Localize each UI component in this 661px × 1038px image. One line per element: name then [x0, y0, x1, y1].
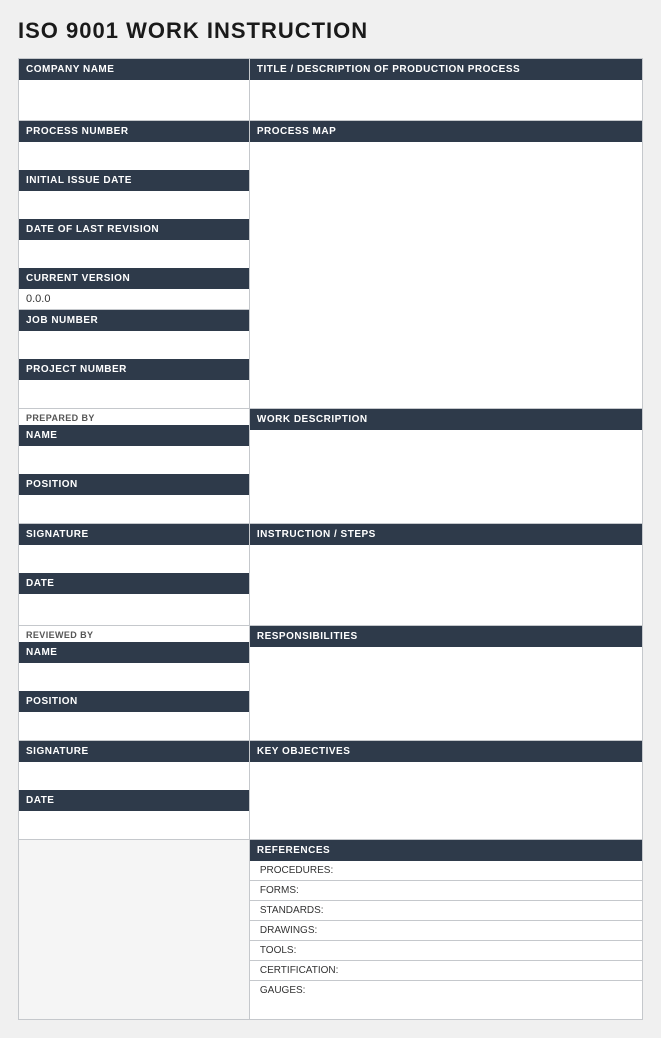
process-map-value[interactable] [250, 142, 642, 304]
date-last-revision-value[interactable] [19, 240, 249, 268]
ref-procedures[interactable]: PROCEDURES: [250, 861, 642, 881]
ref-certification[interactable]: CERTIFICATION: [250, 961, 642, 981]
ref-tools[interactable]: TOOLS: [250, 941, 642, 961]
process-number-value[interactable] [19, 142, 249, 170]
ref-forms[interactable]: FORMS: [250, 881, 642, 901]
references-header: REFERENCES [250, 840, 642, 861]
initial-issue-date-header: INITIAL ISSUE DATE [19, 170, 249, 191]
responsibilities-header: RESPONSIBILITIES [250, 626, 642, 647]
instruction-steps-value[interactable] [250, 545, 642, 625]
ref-drawings[interactable]: DRAWINGS: [250, 921, 642, 941]
project-number-value[interactable] [19, 380, 249, 408]
process-map-header: PROCESS MAP [250, 121, 642, 142]
date-value2[interactable] [19, 811, 249, 839]
name-header: NAME [19, 425, 249, 446]
position-value[interactable] [19, 495, 249, 523]
signature-value2[interactable] [19, 762, 249, 790]
ref-gauges[interactable]: GAUGES: [250, 981, 642, 1000]
company-name-header: COMPANY NAME [19, 59, 249, 80]
key-objectives-header: KEY OBJECTIVES [250, 741, 642, 762]
title-desc-value[interactable] [250, 80, 642, 120]
work-description-header: WORK DESCRIPTION [250, 409, 642, 430]
responsibilities-value[interactable] [250, 647, 642, 689]
date-last-revision-header: DATE OF LAST REVISION [19, 219, 249, 240]
date-header2: DATE [19, 790, 249, 811]
position-header: POSITION [19, 474, 249, 495]
signature-header: SIGNATURE [19, 524, 249, 545]
position-header2: POSITION [19, 691, 249, 712]
signature-value[interactable] [19, 545, 249, 573]
reviewed-by-label: REVIEWED BY [19, 626, 249, 642]
job-number-header: JOB NUMBER [19, 310, 249, 331]
work-description-value[interactable] [250, 430, 642, 510]
process-number-header: PROCESS NUMBER [19, 121, 249, 142]
name-value[interactable] [19, 446, 249, 474]
current-version-value[interactable]: 0.0.0 [19, 289, 249, 309]
job-number-value[interactable] [19, 331, 249, 359]
initial-issue-date-value[interactable] [19, 191, 249, 219]
current-version-header: CURRENT VERSION [19, 268, 249, 289]
date-value[interactable] [19, 594, 249, 622]
position-value2[interactable] [19, 712, 249, 740]
name-header2: NAME [19, 642, 249, 663]
instruction-steps-header: INSTRUCTION / STEPS [250, 524, 642, 545]
date-header: DATE [19, 573, 249, 594]
references-list: PROCEDURES: FORMS: STANDARDS: DRAWINGS: … [250, 861, 642, 1000]
page-title: ISO 9001 WORK INSTRUCTION [18, 18, 643, 44]
name-value2[interactable] [19, 663, 249, 691]
ref-standards[interactable]: STANDARDS: [250, 901, 642, 921]
company-name-value[interactable] [19, 80, 249, 120]
title-desc-header: TITLE / DESCRIPTION OF PRODUCTION PROCES… [250, 59, 642, 80]
key-objectives-value[interactable] [250, 762, 642, 804]
project-number-header: PROJECT NUMBER [19, 359, 249, 380]
signature-header2: SIGNATURE [19, 741, 249, 762]
prepared-by-label: PREPARED BY [19, 409, 249, 425]
